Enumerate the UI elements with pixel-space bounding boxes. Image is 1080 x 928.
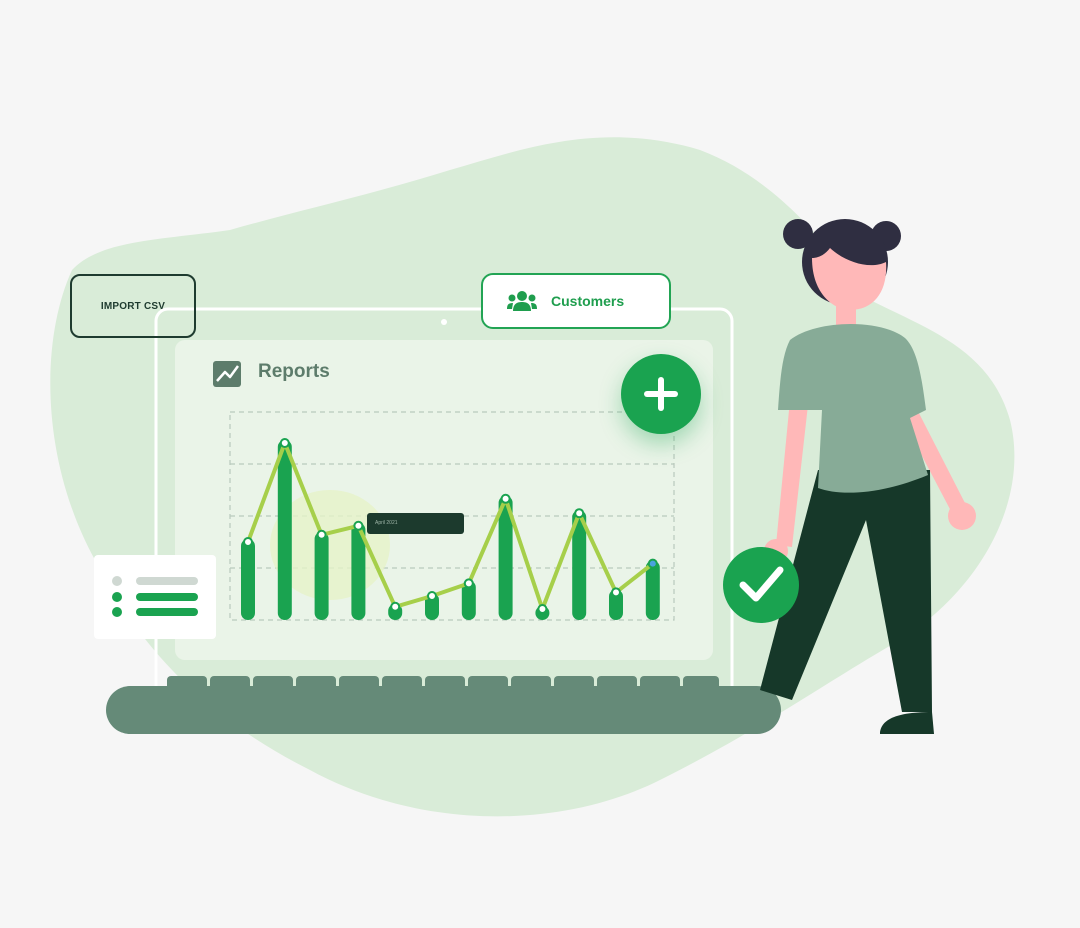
customers-label: Customers	[551, 293, 625, 309]
illustration: IMPORT CSV Customers Reports April 2021	[0, 0, 1080, 928]
keyboard-base	[106, 686, 781, 734]
chart-point	[353, 520, 364, 531]
plus-icon[interactable]	[621, 354, 701, 434]
chart-point	[390, 601, 401, 612]
import-csv-button[interactable]: IMPORT CSV	[70, 274, 196, 338]
list-icon	[94, 555, 216, 639]
chart-point	[243, 537, 253, 547]
chart-point	[279, 438, 290, 448]
chart-bar	[277, 440, 292, 620]
customers-button[interactable]: Customers	[481, 273, 671, 329]
chart-bar	[241, 539, 255, 620]
reports-title: Reports	[258, 361, 330, 382]
trend-chart-icon	[213, 361, 241, 387]
users-group-icon	[507, 291, 537, 311]
chart-bar	[314, 531, 329, 620]
chart-point	[500, 493, 511, 504]
chart-point	[647, 558, 658, 569]
chart-point	[427, 591, 437, 601]
laptop-camera	[441, 319, 447, 325]
chart-point	[463, 578, 474, 589]
chart-tooltip: April 2021	[367, 513, 464, 534]
chart-point	[537, 604, 548, 614]
chart-point	[574, 508, 585, 519]
scene	[50, 137, 1015, 817]
chart-point	[611, 587, 621, 598]
chart-point	[316, 529, 327, 540]
check-circle-icon	[723, 547, 799, 623]
